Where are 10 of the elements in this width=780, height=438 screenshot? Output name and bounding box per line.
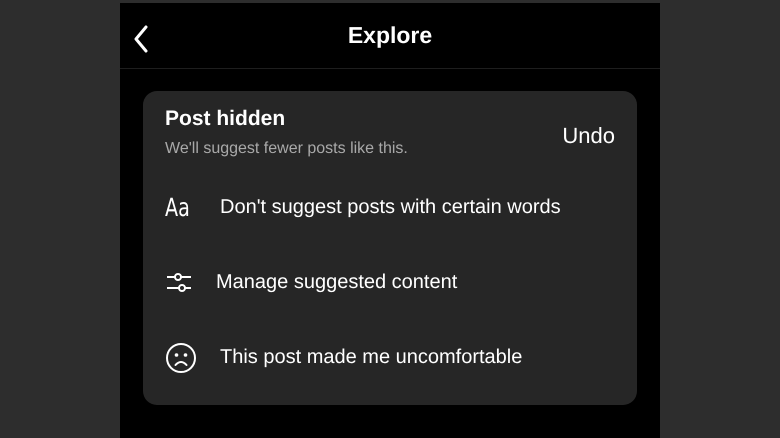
text-icon: Aa xyxy=(165,193,192,222)
sad-face-icon xyxy=(165,342,197,374)
undo-button[interactable]: Undo xyxy=(562,122,615,148)
back-icon[interactable] xyxy=(133,25,149,53)
card-subtitle: We'll suggest fewer posts like this. xyxy=(165,140,408,158)
page-title: Explore xyxy=(348,22,432,49)
option-link[interactable]: Don't suggest posts with certain words xyxy=(220,196,561,219)
card-title: Post hidden xyxy=(165,107,286,131)
option-link[interactable]: Manage suggested content xyxy=(216,271,458,294)
option-link[interactable]: This post made me uncomfortable xyxy=(220,346,522,369)
